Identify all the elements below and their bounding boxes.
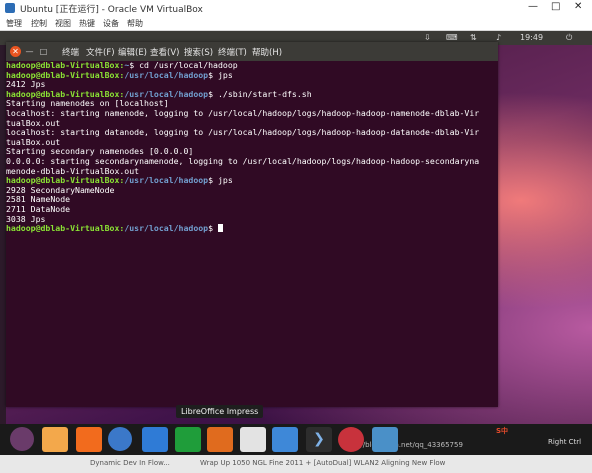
terminal-close-icon[interactable]: ✕ (10, 46, 21, 57)
ime-icon[interactable]: S中 (496, 426, 508, 436)
menu-view[interactable]: 视图 (55, 18, 71, 29)
command-text: $ (208, 223, 218, 234)
prompt-path: /usr/local/hadoop (124, 69, 209, 80)
terminal-output-line: localhost: starting namenode, logging to… (6, 107, 480, 118)
network-icon[interactable]: ⇅ (470, 33, 477, 42)
command-text: $ jps (208, 69, 233, 80)
window-title: Ubuntu [正在运行] - Oracle VM VirtualBox (20, 5, 203, 15)
workspace-icon[interactable] (372, 427, 398, 452)
terminal-minimize-icon[interactable]: — (24, 46, 35, 57)
command-text: $ ./sbin/start-dfs.sh (208, 88, 312, 99)
prompt-user: hadoop@dblab-VirtualBox: (6, 69, 125, 80)
help-icon[interactable] (272, 427, 298, 452)
command-text: $ jps (208, 175, 233, 186)
menu-devices[interactable]: 设备 (103, 18, 119, 29)
vm-display[interactable]: ⇩ ⌨ ⇅ ♪ 19:49 ⏻ ✕ — □ 终端 文件(F) 编辑(E) 查看(… (0, 31, 592, 455)
power-icon[interactable]: ⏻ (566, 33, 572, 43)
terminal-output-line: localhost: starting datanode, logging to… (6, 127, 480, 138)
ubuntu-dock: S中 Right Ctrl https://blog.csdn.net/qq_4… (0, 424, 592, 455)
terminal-icon[interactable]: ❯ (306, 427, 332, 452)
terminal-command-line: hadoop@dblab-VirtualBox:/usr/local/hadoo… (6, 223, 498, 234)
files-icon[interactable] (42, 427, 68, 452)
terminal-menu-file[interactable]: 文件(F) (86, 46, 115, 58)
prompt-user: hadoop@dblab-VirtualBox: (6, 223, 125, 234)
prompt-user: hadoop@dblab-VirtualBox: (6, 88, 125, 99)
updates-icon[interactable]: ⇩ (424, 33, 431, 42)
calc-icon[interactable] (175, 427, 201, 452)
recorder-icon[interactable] (338, 427, 364, 452)
minimize-button[interactable]: — (528, 1, 538, 12)
ubuntu-icon[interactable] (10, 427, 34, 451)
terminal-maximize-icon[interactable]: □ (38, 46, 49, 57)
terminal-menu-help[interactable]: 帮助(H) (252, 46, 282, 58)
terminal-output-line: 2581 NameNode (6, 194, 71, 205)
input-method-icon[interactable]: ⌨ (446, 33, 458, 42)
chromium-icon[interactable] (108, 427, 132, 451)
menu-manage[interactable]: 管理 (6, 18, 22, 29)
terminal-window[interactable]: ✕ — □ 终端 文件(F) 编辑(E) 查看(V) 搜索(S) 终端(T) 帮… (6, 42, 498, 407)
host-key-label: Right Ctrl (548, 438, 582, 446)
menu-control[interactable]: 控制 (31, 18, 47, 29)
prompt-path: /usr/local/hadoop (124, 223, 209, 234)
impress-icon[interactable] (207, 427, 233, 452)
prompt-path: /usr/local/hadoop (124, 175, 209, 186)
prompt-user: hadoop@dblab-VirtualBox: (6, 175, 125, 186)
maximize-button[interactable]: □ (551, 1, 560, 12)
terminal-app-name: 终端 (62, 48, 80, 58)
terminal-command-line: hadoop@dblab-VirtualBox:/usr/local/hadoo… (6, 69, 498, 81)
software-icon[interactable] (240, 427, 266, 452)
writer-icon[interactable] (142, 427, 168, 452)
windows-taskbar: Dynamic Dev In Flow... Wrap Up 1050 NGL … (0, 455, 592, 473)
terminal-menu-terminal[interactable]: 终端(T) (218, 46, 247, 58)
terminal-output[interactable]: hadoop@dblab-VirtualBox:~$ cd /usr/local… (6, 61, 498, 407)
volume-icon[interactable]: ♪ (496, 33, 501, 42)
menu-hotkey[interactable]: 热键 (79, 18, 95, 29)
terminal-output-line: 2928 SecondaryNameNode (6, 184, 115, 195)
terminal-menu-view[interactable]: 查看(V) (150, 46, 179, 58)
terminal-menu-edit[interactable]: 编辑(E) (118, 46, 147, 58)
virtualbox-logo-icon (5, 3, 15, 13)
terminal-output-line: 2711 DataNode (6, 203, 71, 214)
close-button[interactable]: ✕ (574, 1, 582, 12)
virtualbox-title-bar: Ubuntu [正在运行] - Oracle VM VirtualBox — □… (0, 0, 592, 16)
terminal-cursor (217, 224, 223, 233)
taskbar-item[interactable]: Dynamic Dev In Flow... (90, 459, 170, 467)
prompt-path: /usr/local/hadoop (124, 88, 209, 99)
taskbar-item[interactable]: Wrap Up 1050 NGL Fine 2011 + [AutoDual] … (200, 459, 445, 467)
dock-tooltip: LibreOffice Impress (176, 405, 264, 418)
terminal-menu-search[interactable]: 搜索(S) (184, 46, 213, 58)
terminal-title-bar[interactable]: ✕ — □ 终端 文件(F) 编辑(E) 查看(V) 搜索(S) 终端(T) 帮… (6, 42, 498, 61)
menu-help[interactable]: 帮助 (127, 18, 143, 29)
firefox-icon[interactable] (76, 427, 102, 452)
virtualbox-menu-bar: 管理 控制 视图 热键 设备 帮助 (0, 16, 592, 31)
clock[interactable]: 19:49 (520, 33, 543, 42)
